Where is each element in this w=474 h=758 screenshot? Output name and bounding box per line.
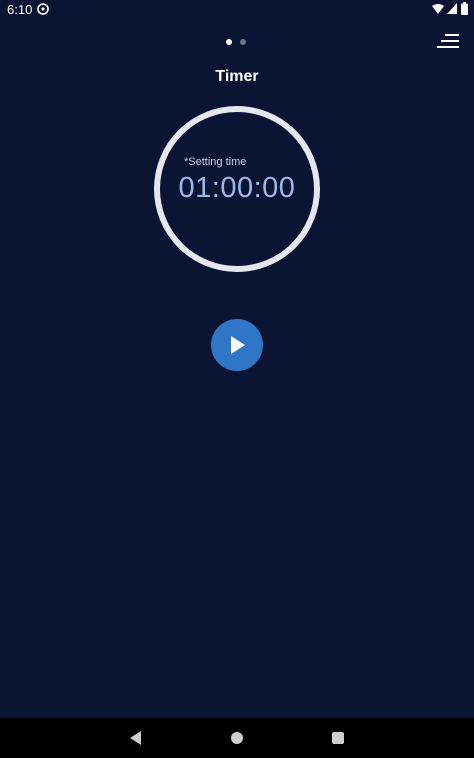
status-time: 6:10 — [7, 2, 33, 17]
navigation-bar — [0, 718, 474, 758]
page-dot-inactive[interactable] — [240, 39, 246, 45]
setting-time-label: *Setting time — [184, 156, 247, 168]
page-dot-active[interactable] — [226, 39, 232, 45]
recents-icon[interactable] — [332, 732, 344, 744]
menu-icon[interactable] — [437, 33, 459, 49]
timer-screen: 6:10 Timer *Setting time 01:00:00 — [0, 0, 474, 758]
status-bar: 6:10 — [0, 0, 474, 20]
signal-icon — [447, 3, 457, 14]
app-notification-icon — [37, 3, 49, 15]
wifi-icon — [432, 4, 444, 14]
battery-icon — [461, 2, 468, 15]
play-button[interactable] — [211, 319, 263, 371]
home-icon[interactable] — [231, 732, 243, 744]
back-icon[interactable] — [129, 731, 143, 745]
page-indicator — [226, 39, 250, 47]
time-display[interactable]: 01:00:00 — [153, 172, 321, 205]
play-icon — [231, 336, 245, 354]
page-title: Timer — [215, 68, 259, 85]
